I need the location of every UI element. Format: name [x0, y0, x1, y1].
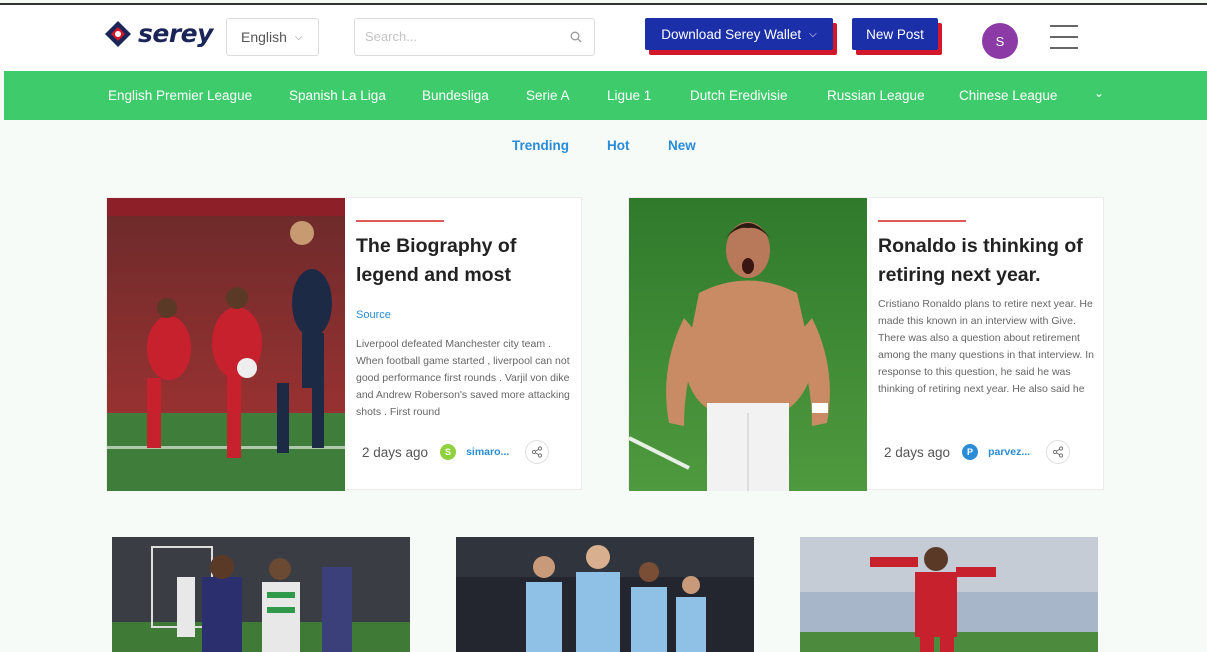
- nav-item-bundesliga[interactable]: Bundesliga: [422, 88, 489, 103]
- post-thumbnail[interactable]: [456, 537, 754, 652]
- search-icon[interactable]: [570, 30, 582, 48]
- post-card[interactable]: The Biography of legend and most Source …: [106, 197, 582, 491]
- nav-item-english-premier-league[interactable]: English Premier League: [108, 88, 252, 103]
- hamburger-menu-icon[interactable]: [1050, 25, 1078, 51]
- tab-hot[interactable]: Hot: [607, 138, 630, 153]
- post-body: The Biography of legend and most Source …: [356, 198, 576, 491]
- logo-text: serey: [138, 19, 213, 48]
- post-thumbnail[interactable]: [112, 537, 410, 652]
- author-avatar[interactable]: P: [962, 444, 979, 460]
- author-name[interactable]: parvez...: [988, 446, 1030, 458]
- search-box: [354, 18, 595, 56]
- serey-logo[interactable]: serey: [104, 19, 213, 48]
- nav-item-serie-a[interactable]: Serie A: [526, 88, 570, 103]
- post-body: Ronaldo is thinking of retiring next yea…: [878, 198, 1098, 491]
- chevron-down-icon: ⌵: [294, 31, 303, 43]
- nav-item-ligue-1[interactable]: Ligue 1: [607, 88, 651, 103]
- post-meta: 2 days ago S simaro...: [356, 440, 550, 464]
- user-avatar[interactable]: S: [982, 23, 1018, 59]
- share-icon[interactable]: [525, 440, 550, 464]
- chevron-down-icon: ⌵: [809, 28, 817, 40]
- post-title[interactable]: Ronaldo is thinking of retiring next yea…: [878, 232, 1096, 290]
- nav-item-chinese-league[interactable]: Chinese League: [959, 88, 1057, 103]
- post-image[interactable]: [107, 198, 345, 491]
- download-wallet-button[interactable]: Download Serey Wallet ⌵: [645, 18, 833, 50]
- wallet-button-label: Download Serey Wallet: [661, 26, 802, 42]
- tab-trending[interactable]: Trending: [512, 138, 569, 153]
- post-meta: 2 days ago P parvez...: [878, 440, 1071, 464]
- language-label: English: [241, 29, 287, 45]
- post-time: 2 days ago: [884, 444, 951, 460]
- accent-line: [878, 220, 966, 222]
- league-nav: English Premier League Spanish La Liga B…: [4, 71, 1207, 120]
- chevron-down-icon[interactable]: ⌄: [1094, 86, 1104, 100]
- tab-new[interactable]: New: [668, 138, 696, 153]
- post-excerpt: Liverpool defeated Manchester city team …: [356, 338, 570, 416]
- nav-item-spanish-la-liga[interactable]: Spanish La Liga: [289, 88, 386, 103]
- accent-line: [356, 220, 444, 222]
- nav-item-dutch-eredivisie[interactable]: Dutch Eredivisie: [690, 88, 788, 103]
- post-time: 2 days ago: [362, 444, 429, 460]
- author-avatar[interactable]: S: [440, 444, 457, 460]
- nav-item-russian-league[interactable]: Russian League: [827, 88, 925, 103]
- author-name[interactable]: simaro...: [466, 446, 509, 458]
- share-icon[interactable]: [1046, 440, 1071, 464]
- post-card[interactable]: Ronaldo is thinking of retiring next yea…: [628, 197, 1104, 491]
- search-input[interactable]: [365, 29, 555, 44]
- avatar-initial: S: [995, 33, 1005, 49]
- new-post-label: New Post: [866, 26, 924, 42]
- site-header: serey English ⌵ Download Serey Wallet ⌵ …: [0, 5, 1207, 71]
- source-link[interactable]: Source: [356, 309, 391, 321]
- serey-logo-icon: [104, 20, 132, 48]
- post-excerpt: Cristiano Ronaldo plans to retire next y…: [878, 298, 1094, 395]
- language-select[interactable]: English ⌵: [226, 18, 319, 56]
- post-thumbnail[interactable]: [800, 537, 1098, 652]
- post-image[interactable]: [629, 198, 867, 491]
- new-post-button[interactable]: New Post: [852, 18, 938, 50]
- post-title[interactable]: The Biography of legend and most: [356, 232, 574, 290]
